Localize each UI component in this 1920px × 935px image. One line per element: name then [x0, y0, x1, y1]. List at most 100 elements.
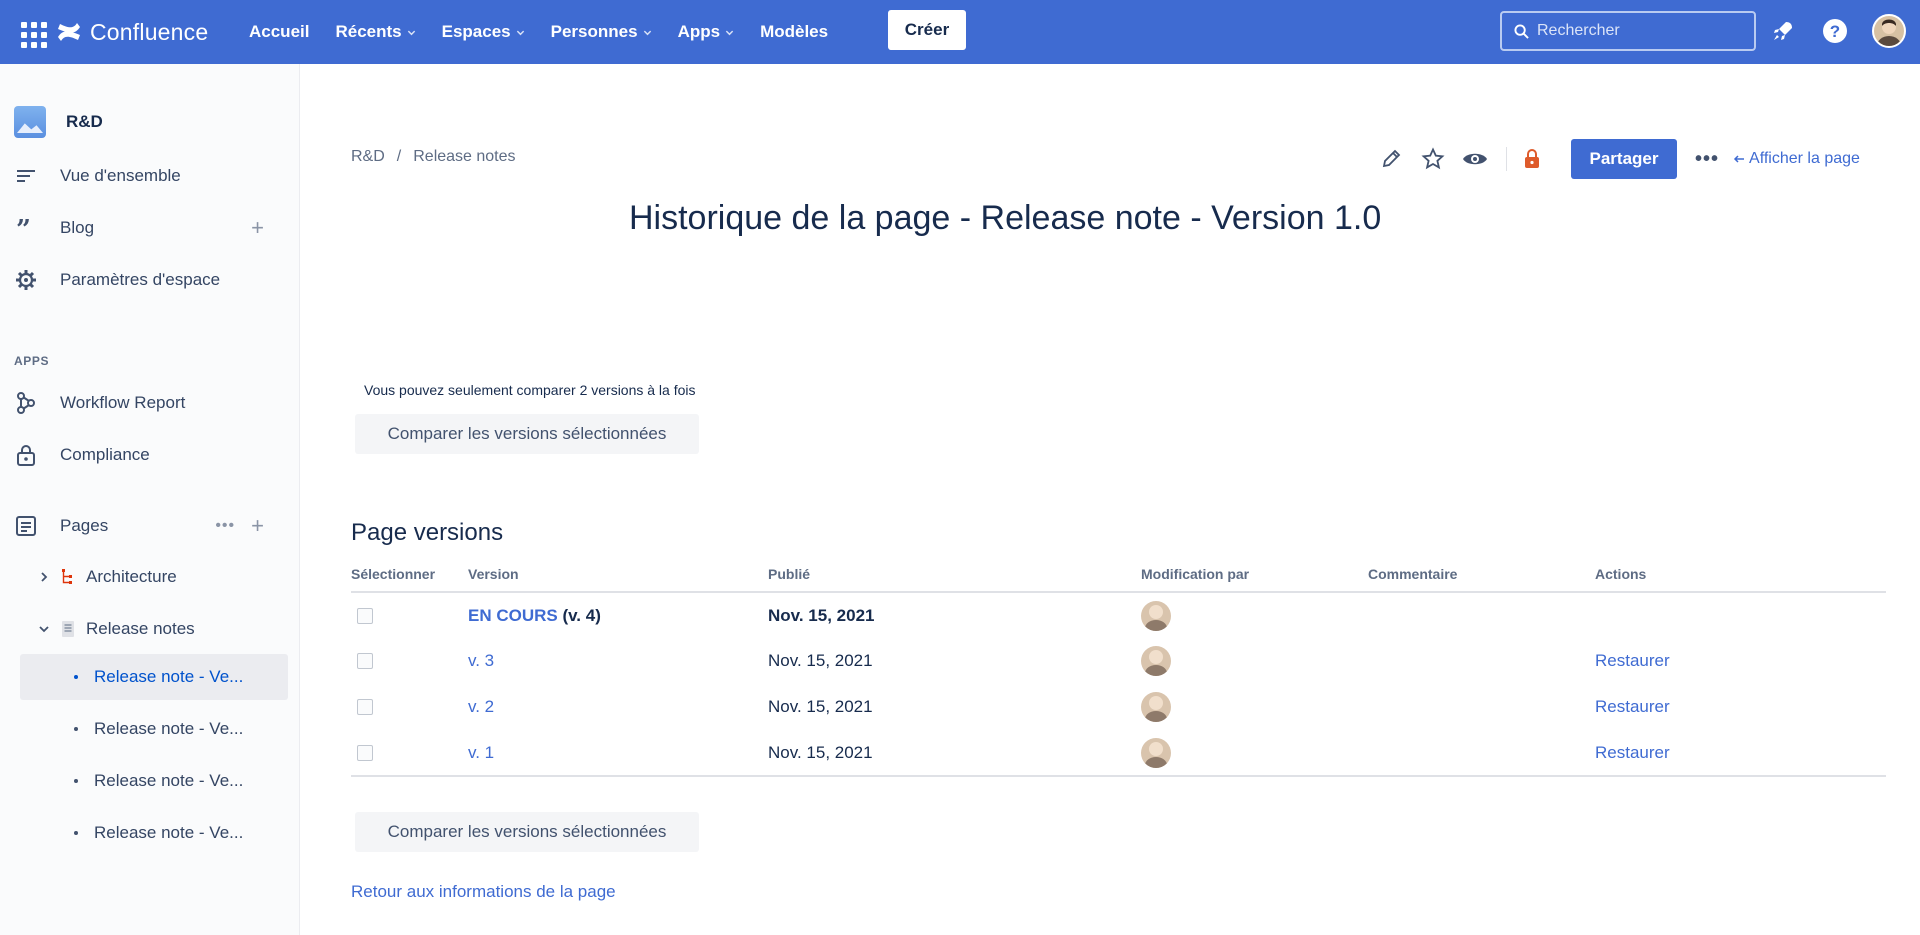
chevron-down-icon[interactable]: [38, 623, 50, 635]
confluence-logo-icon: [58, 23, 80, 41]
sidebar-item-label: Pages: [60, 516, 109, 535]
bullet-icon: [74, 675, 78, 679]
breadcrumb-parent-link[interactable]: Release notes: [413, 148, 515, 166]
compare-note: Vous pouvez seulement comparer 2 version…: [364, 382, 696, 398]
user-avatar[interactable]: [1872, 14, 1906, 48]
tree-child-release-note-3[interactable]: Release note - Ve...: [20, 758, 288, 804]
more-actions-icon[interactable]: •••: [1695, 148, 1719, 171]
restore-link[interactable]: Restaurer: [1595, 697, 1670, 716]
view-page-label: Afficher la page: [1749, 150, 1860, 167]
sidebar-item-pages[interactable]: Pages ••• +: [14, 508, 284, 544]
published-date: Nov. 15, 2021: [768, 605, 875, 625]
restore-link[interactable]: Restaurer: [1595, 651, 1670, 670]
restrictions-lock-icon[interactable]: [1517, 144, 1547, 174]
nav-item-label: Personnes: [550, 22, 638, 41]
version-link[interactable]: EN COURS: [468, 606, 558, 625]
sidebar-item-workflow-report[interactable]: Workflow Report: [14, 385, 284, 421]
tree-child-label: Release note - Ve...: [94, 719, 244, 738]
published-date: Nov. 15, 2021: [768, 730, 1141, 777]
select-version-checkbox[interactable]: [357, 744, 373, 761]
architecture-page-icon: [62, 569, 72, 584]
nav-item-apps[interactable]: Apps: [665, 14, 748, 50]
chevron-right-icon[interactable]: [38, 571, 50, 583]
restore-link[interactable]: Restaurer: [1595, 743, 1670, 762]
tree-child-release-note-1[interactable]: Release note - Ve...: [20, 654, 288, 700]
create-button[interactable]: Créer: [888, 10, 966, 50]
column-header-published: Publié: [768, 556, 1141, 593]
help-icon[interactable]: ?: [1820, 16, 1850, 46]
author-avatar[interactable]: [1141, 600, 1171, 631]
watch-eye-icon[interactable]: [1460, 144, 1490, 174]
pages-more-icon[interactable]: •••: [215, 517, 235, 535]
confluence-logo[interactable]: Confluence: [56, 14, 208, 50]
chevron-down-icon: [643, 30, 651, 35]
search-box[interactable]: [1500, 11, 1756, 51]
action-cell: [1595, 592, 1886, 638]
table-row: v. 1 Nov. 15, 2021 Restaurer: [351, 730, 1886, 777]
nav-item-modeles[interactable]: Modèles: [747, 14, 841, 50]
back-to-page-info-link[interactable]: Retour aux informations de la page: [351, 882, 616, 902]
nav-item-espaces[interactable]: Espaces: [429, 14, 538, 50]
search-icon: [1514, 23, 1529, 39]
version-link[interactable]: v. 3: [468, 651, 494, 670]
search-input[interactable]: [1537, 22, 1737, 40]
compare-versions-button-bottom[interactable]: Comparer les versions sélectionnées: [355, 812, 699, 852]
bullet-icon: [74, 779, 78, 783]
sidebar-item-space-settings[interactable]: Paramètres d'espace: [14, 262, 284, 298]
svg-text:?: ?: [1830, 22, 1840, 41]
breadcrumb: R&D / Release notes: [351, 148, 516, 166]
space-logo-icon: [14, 106, 46, 138]
select-version-checkbox[interactable]: [357, 653, 373, 669]
comment-cell: [1368, 730, 1595, 777]
version-link[interactable]: v. 2: [468, 697, 494, 716]
lock-icon: [17, 445, 35, 466]
edit-pencil-icon[interactable]: [1376, 144, 1406, 174]
comment-cell: [1368, 684, 1595, 730]
sidebar-item-compliance[interactable]: Compliance: [14, 437, 284, 473]
author-avatar[interactable]: [1141, 737, 1171, 768]
page-title: Historique de la page - Release note - V…: [629, 199, 1382, 237]
add-blog-plus-icon[interactable]: +: [251, 217, 264, 239]
notifications-rocket-icon[interactable]: [1768, 16, 1798, 46]
column-header-comment: Commentaire: [1368, 556, 1595, 593]
select-version-checkbox[interactable]: [357, 699, 373, 715]
author-avatar[interactable]: [1141, 646, 1171, 676]
version-link[interactable]: v. 1: [468, 743, 494, 762]
breadcrumb-space-link[interactable]: R&D: [351, 148, 385, 166]
workflow-icon: [17, 392, 35, 414]
nav-item-accueil[interactable]: Accueil: [236, 14, 322, 50]
column-header-modified-by: Modification par: [1141, 556, 1368, 593]
tree-item-release-notes[interactable]: Release notes: [38, 611, 195, 647]
sidebar-item-blog[interactable]: ” Blog +: [14, 210, 284, 246]
share-button[interactable]: Partager: [1571, 139, 1677, 179]
tree-child-release-note-2[interactable]: Release note - Ve...: [20, 706, 288, 752]
versions-table: Sélectionner Version Publié Modification…: [351, 556, 1886, 777]
column-header-actions: Actions: [1595, 556, 1886, 593]
select-version-checkbox[interactable]: [357, 607, 373, 624]
sidebar-item-overview[interactable]: Vue d'ensemble: [14, 158, 284, 194]
nav-item-recents[interactable]: Récents: [322, 14, 428, 50]
space-header[interactable]: R&D: [14, 106, 103, 138]
star-icon[interactable]: [1418, 144, 1448, 174]
tree-child-release-note-4[interactable]: Release note - Ve...: [20, 810, 288, 856]
gear-icon: [16, 270, 36, 290]
author-avatar[interactable]: [1141, 692, 1171, 722]
add-page-plus-icon[interactable]: +: [251, 513, 264, 539]
tree-item-label: Architecture: [86, 567, 177, 586]
compare-versions-button-top[interactable]: Comparer les versions sélectionnées: [355, 414, 699, 454]
overview-icon: [17, 170, 35, 182]
chevron-down-icon: [516, 30, 524, 35]
nav-item-personnes[interactable]: Personnes: [538, 14, 665, 50]
toolbar-divider: [1506, 147, 1507, 171]
table-row: v. 3 Nov. 15, 2021 Restaurer: [351, 638, 1886, 684]
top-navigation: Confluence Accueil Récents Espaces Personne…: [0, 0, 1920, 64]
space-name: R&D: [66, 112, 103, 131]
primary-nav: Accueil Récents Espaces Personnes Apps Modèle…: [236, 14, 841, 50]
nav-item-label: Espaces: [441, 22, 511, 41]
tree-child-label: Release note - Ve...: [94, 771, 244, 790]
view-page-link[interactable]: Afficher la page: [1733, 150, 1860, 168]
app-switcher-icon[interactable]: [16, 17, 47, 48]
comment-cell: [1368, 592, 1595, 638]
brand-name: Confluence: [90, 18, 209, 45]
tree-item-architecture[interactable]: Architecture: [38, 559, 177, 595]
